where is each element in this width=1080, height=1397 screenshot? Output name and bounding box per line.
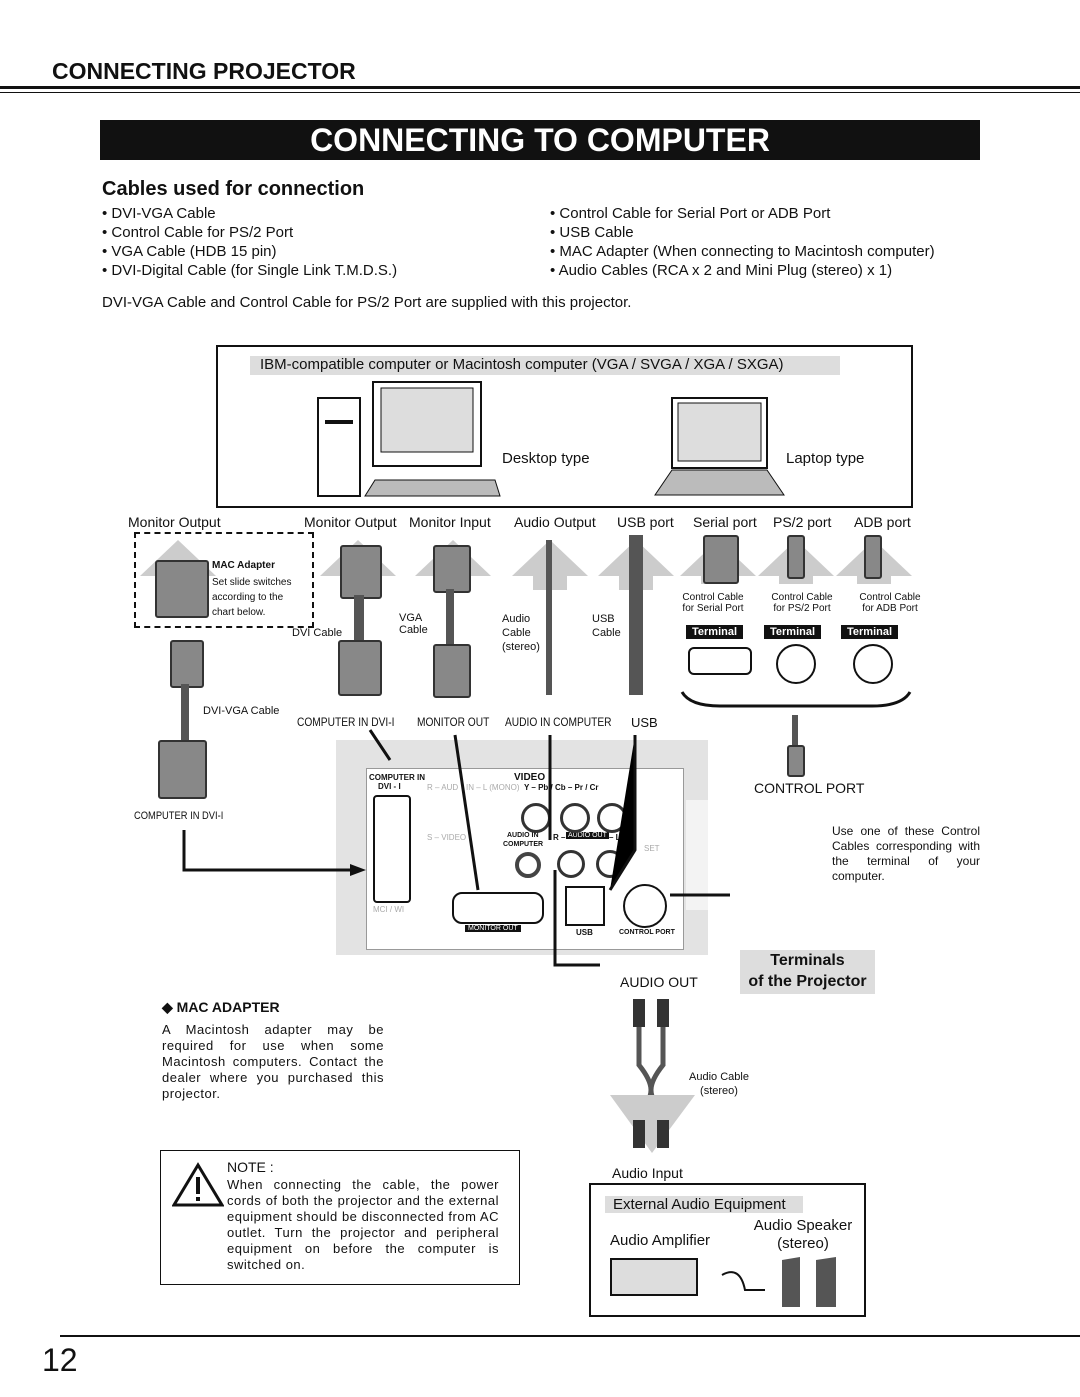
list-item: • DVI-Digital Cable (for Single Link T.M… [102, 262, 398, 279]
dvi-connector-icon [338, 640, 382, 696]
list-item: • USB Cable [550, 224, 634, 241]
audio-input-label: Audio Input [612, 1165, 683, 1181]
cable-label: Control Cable for PS/2 Port [771, 592, 833, 614]
section-heading: CONNECTING PROJECTOR [52, 58, 356, 84]
ps2-terminal-icon [776, 644, 816, 684]
laptop-label: Laptop type [786, 450, 865, 467]
divider [60, 1335, 1080, 1337]
port-label: Serial port [693, 514, 757, 530]
list-item: • DVI-VGA Cable [102, 205, 216, 222]
laptop-computer-icon [654, 397, 785, 496]
cable-label: Control Cable for Serial Port [682, 592, 744, 614]
cables-list-left: • DVI-VGA Cable • Control Cable for PS/2 … [102, 204, 397, 280]
terminal-tag: Terminal [686, 625, 744, 639]
speaker-icon [721, 1257, 836, 1307]
warning-icon [172, 1162, 224, 1207]
vga-connector-icon [170, 640, 204, 688]
page-number: 12 [42, 1342, 78, 1378]
mac-adapter-heading-text: MAC ADAPTER [176, 999, 280, 1015]
cable-label: Audio Cable (stereo) [502, 613, 540, 653]
cable-label: VGA Cable [399, 612, 428, 636]
audio-out-label: AUDIO OUT [620, 974, 698, 990]
bracket [680, 691, 912, 708]
list-item: • Control Cable for Serial Port or ADB P… [550, 205, 831, 222]
ps2-connector-icon [787, 535, 805, 579]
dvi-connector-icon [340, 545, 382, 599]
control-note: Use one of these Control Cables correspo… [832, 824, 980, 883]
speaker-label: Audio Speaker (stereo) [753, 1217, 853, 1252]
list-item: • VGA Cable (HDB 15 pin) [102, 243, 277, 260]
mac-adapter-icon [155, 560, 209, 618]
cable-label: DVI-VGA Cable [203, 705, 280, 717]
page-title: CONNECTING TO COMPUTER [100, 120, 980, 160]
port-label: PS/2 port [773, 514, 832, 530]
port-label: CONTROL PORT [754, 780, 865, 796]
amplifier-label: Audio Amplifier [610, 1232, 711, 1249]
list-item: • Audio Cables (RCA x 2 and Mini Plug (s… [550, 262, 893, 279]
terminals-label: Terminals of the Projector [740, 950, 875, 994]
adb-connector-icon [864, 535, 882, 579]
mac-adapter-text: A Macintosh adapter may be required for … [162, 1022, 384, 1101]
serial-terminal-icon [688, 647, 752, 675]
computer-label: IBM-compatible computer or Macintosh com… [250, 356, 840, 375]
supplied-note: DVI-VGA Cable and Control Cable for PS/2… [102, 294, 632, 311]
control-connector-icon [787, 745, 805, 777]
port-label: Monitor Output [304, 514, 397, 530]
note-text: When connecting the cable, the power cor… [227, 1177, 499, 1272]
desktop-computer-icon [317, 381, 501, 497]
terminals-line: Terminals [770, 952, 845, 969]
port-label: Monitor Input [409, 514, 491, 530]
adb-terminal-icon [853, 644, 893, 684]
port-label: ADB port [854, 514, 911, 530]
desktop-label: Desktop type [502, 450, 590, 467]
amplifier-icon [610, 1258, 698, 1296]
manual-page: CONNECTING PROJECTOR CONNECTING TO COMPU… [0, 0, 1080, 1397]
port-label: Monitor Output [128, 514, 221, 530]
serial-connector-icon [703, 535, 739, 584]
mac-adapter-text: Set slide switches according to the char… [212, 577, 292, 618]
mac-adapter-heading: ◆ MAC ADAPTER [162, 999, 280, 1015]
audio-cable-label: Audio Cable (stereo) [689, 1071, 749, 1097]
cables-heading: Cables used for connection [102, 178, 365, 200]
terminal-tag: Terminal [841, 625, 899, 639]
vga-connector-icon [433, 644, 471, 698]
port-label: Audio Output [514, 514, 596, 530]
divider [0, 86, 1080, 89]
divider [0, 92, 1080, 93]
cable-label: Control Cable for ADB Port [859, 592, 921, 614]
port-label: USB port [617, 514, 674, 530]
terminals-line: of the Projector [748, 973, 867, 990]
cables-list-right: • Control Cable for Serial Port or ADB P… [550, 204, 935, 280]
connection-arrows [182, 729, 730, 967]
vga-connector-icon [433, 545, 471, 593]
external-audio-label: External Audio Equipment [605, 1196, 803, 1213]
cable-label: USB Cable [592, 613, 621, 639]
cable-label: DVI Cable [292, 627, 343, 639]
mac-adapter-title: MAC Adapter [212, 560, 275, 571]
note-title: NOTE : [227, 1159, 274, 1175]
list-item: • MAC Adapter (When connecting to Macint… [550, 243, 935, 260]
list-item: • Control Cable for PS/2 Port [102, 224, 294, 241]
terminal-tag: Terminal [764, 625, 822, 639]
